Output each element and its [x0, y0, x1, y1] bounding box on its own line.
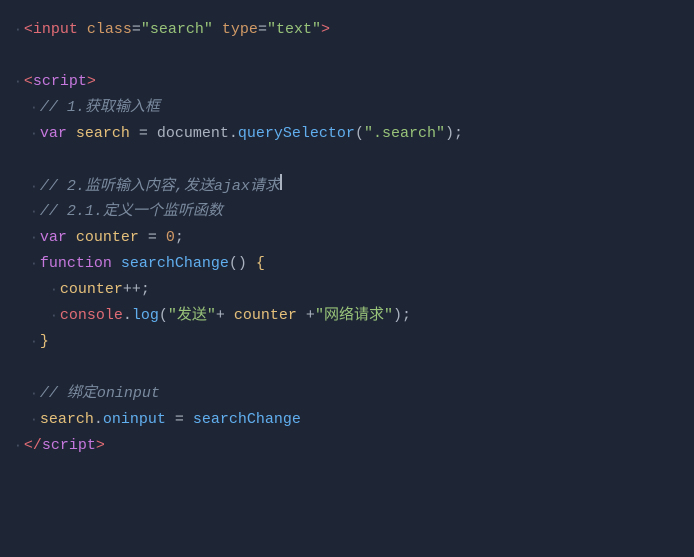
token-script-bracket-open: < [24, 70, 33, 94]
token-searchChange2: searchChange [193, 408, 301, 432]
semi4: ; [402, 304, 411, 328]
code-line-comment3: · // 绑定oninput [10, 382, 694, 408]
token-console: console [60, 304, 123, 328]
token-plus1: + [216, 304, 234, 328]
token-str-net: "网络请求" [315, 304, 393, 328]
code-line-script-close: · </script> [10, 434, 694, 460]
token-querySelector: querySelector [238, 122, 355, 146]
token-counter-var: counter [76, 226, 139, 250]
token-function-kw: function [40, 252, 112, 276]
code-editor: · <input class="search" type="text"> · <… [0, 0, 694, 557]
code-line-var-search: · var search = document.querySelector(".… [10, 122, 694, 148]
sp3 [67, 226, 76, 250]
semi3: ; [141, 278, 150, 302]
dot: · [30, 254, 38, 275]
code-line-comment2: · // 2.监听输入内容,发送ajax请求 [10, 174, 694, 200]
semi2: ; [175, 226, 184, 250]
token-zero: 0 [166, 226, 175, 250]
code-line-console-log: · console.log("发送"+ counter +"网络请求"); [10, 304, 694, 330]
token-log: log [132, 304, 159, 328]
code-line-counter: · var counter = 0; [10, 226, 694, 252]
token-space2 [213, 18, 222, 42]
token-func-name: searchChange [121, 252, 229, 276]
paren2: ) [445, 122, 454, 146]
token-script-close-kw: script [42, 434, 96, 458]
sp2: = [130, 122, 157, 146]
empty-line-1 [10, 44, 694, 70]
token-eq: = [132, 18, 141, 42]
paren4: ( [159, 304, 168, 328]
sp [67, 122, 76, 146]
token-eq2: = [258, 18, 267, 42]
token-comment2: // 2.监听输入内容,发送ajax请求 [40, 175, 280, 199]
sp7: = [166, 408, 193, 432]
token-str-text: "text" [267, 18, 321, 42]
dot: · [30, 124, 38, 145]
token-script-kw: script [33, 70, 87, 94]
code-line-comment1: · // 1.获取输入框 [10, 96, 694, 122]
token-tag-open: < [24, 18, 33, 42]
code-line-close-brace: · } [10, 330, 694, 356]
paren1: ( [355, 122, 364, 146]
dot4: . [94, 408, 103, 432]
token-document: document [157, 122, 229, 146]
code-line-func-def: · function searchChange() { [10, 252, 694, 278]
dot: · [14, 72, 22, 93]
token-search2: search [40, 408, 94, 432]
token-counter2: counter [60, 278, 123, 302]
code-line-1: · <input class="search" type="text"> [10, 18, 694, 44]
dot: · [14, 436, 22, 457]
token-tag-name: input [33, 18, 78, 42]
token-var2: var [40, 226, 67, 250]
brace-open: { [256, 252, 265, 276]
dot: · [30, 98, 38, 119]
dot: · [14, 20, 22, 41]
dot: · [30, 202, 38, 223]
dot3: . [123, 304, 132, 328]
paren5: ) [393, 304, 402, 328]
text-cursor [280, 174, 282, 190]
dot: · [30, 332, 38, 353]
token-search-var: search [76, 122, 130, 146]
token-oninput: oninput [103, 408, 166, 432]
code-line-counter-inc: · counter++; [10, 278, 694, 304]
token-comment3: // 绑定oninput [40, 382, 160, 406]
token-attr-class: class [87, 18, 132, 42]
paren3: () [229, 252, 247, 276]
token-tag-close: > [321, 18, 330, 42]
dot: · [50, 306, 58, 327]
token-comment1: // 1.获取输入框 [40, 96, 160, 120]
token-space [78, 18, 87, 42]
token-counter3: counter [234, 304, 297, 328]
token-script-close-end: > [96, 434, 105, 458]
sp4: = [139, 226, 166, 250]
token-comment2-1: // 2.1.定义一个监听函数 [40, 200, 223, 224]
token-str-search: "search" [141, 18, 213, 42]
code-line-oninput: · search.oninput = searchChange [10, 408, 694, 434]
dot: · [30, 228, 38, 249]
token-var1: var [40, 122, 67, 146]
dot: · [50, 280, 58, 301]
code-line-script-open: · <script> [10, 70, 694, 96]
token-incr: ++ [123, 278, 141, 302]
token-script-close-bracket: </ [24, 434, 42, 458]
brace-close: } [40, 330, 49, 354]
dot2: . [229, 122, 238, 146]
token-script-bracket-close: > [87, 70, 96, 94]
sp6 [247, 252, 256, 276]
sp5 [112, 252, 121, 276]
token-str-fasong: "发送" [168, 304, 216, 328]
dot: · [30, 177, 38, 198]
token-plus2: + [297, 304, 315, 328]
dot: · [30, 410, 38, 431]
empty-line-3 [10, 356, 694, 382]
semi1: ; [454, 122, 463, 146]
token-str-selector: ".search" [364, 122, 445, 146]
empty-line-2 [10, 148, 694, 174]
code-line-comment2-1: · // 2.1.定义一个监听函数 [10, 200, 694, 226]
token-attr-type: type [222, 18, 258, 42]
dot: · [30, 384, 38, 405]
